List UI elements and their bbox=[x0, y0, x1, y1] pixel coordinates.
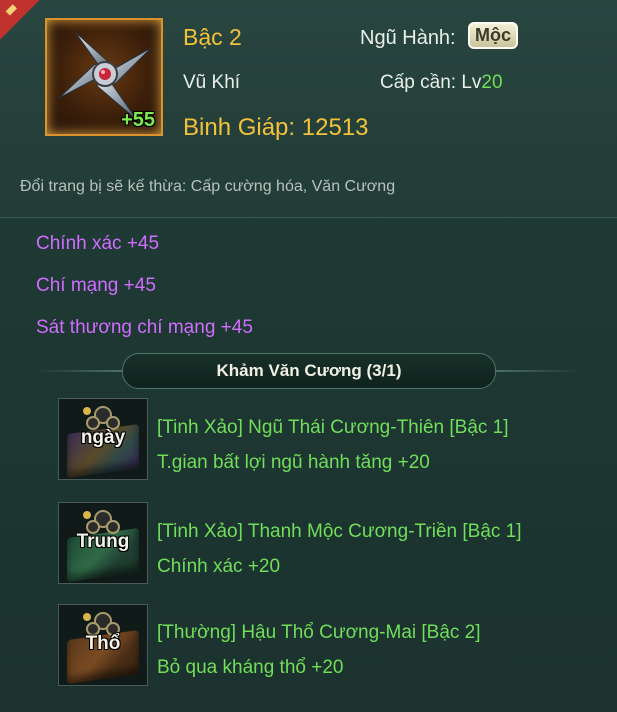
element-badge: Mộc bbox=[468, 22, 518, 49]
level-requirement: Cấp cần: Lv20 bbox=[380, 72, 503, 94]
stat-value: +45 bbox=[126, 233, 160, 254]
gem-name: [Tinh Xảo] Thanh Mộc Cương-Triền [Bậc 1] bbox=[157, 521, 522, 542]
gem-slot[interactable]: Trung bbox=[58, 502, 148, 584]
inherit-note: Đổi trang bị sẽ kế thừa: Cấp cường hóa, … bbox=[20, 178, 396, 195]
item-icon-frame[interactable]: +55 bbox=[45, 18, 163, 136]
stat-name: Chí mạng bbox=[36, 275, 119, 296]
power-label: Binh Giáp: bbox=[183, 114, 296, 141]
gem-label: ngày bbox=[80, 427, 126, 448]
stat-line: Chính xác +45 bbox=[36, 233, 159, 255]
gem-effect: Chính xác +20 bbox=[157, 556, 281, 577]
gem-name: [Tinh Xảo] Ngũ Thái Cương-Thiên [Bậc 1] bbox=[157, 417, 509, 438]
divider-plate: Khảm Văn Cương (3/1) bbox=[122, 353, 496, 389]
inlay-section-header: Khảm Văn Cương (3/1) bbox=[36, 353, 581, 389]
gem-effect: T.gian bất lợi ngũ hành tăng +20 bbox=[157, 452, 430, 473]
item-category: Vũ Khí bbox=[183, 72, 241, 93]
item-tier: Bậc 2 bbox=[183, 24, 242, 50]
item-power: Binh Giáp: 12513 bbox=[183, 114, 369, 142]
gem-slot[interactable]: ngày bbox=[58, 398, 148, 480]
stat-name: Sát thương chí mạng bbox=[36, 317, 216, 338]
req-prefix: Lv bbox=[461, 72, 482, 93]
power-value: 12513 bbox=[301, 114, 369, 141]
req-value: 20 bbox=[481, 72, 503, 93]
gem-name: [Thường] Hậu Thổ Cương-Mai [Bậc 2] bbox=[157, 622, 481, 643]
gem-slot[interactable]: Thổ bbox=[58, 604, 148, 686]
stat-line: Sát thương chí mạng +45 bbox=[36, 317, 253, 339]
element-label: Ngũ Hành: bbox=[360, 27, 456, 49]
stat-value: +45 bbox=[123, 275, 156, 296]
stat-line: Chí mạng +45 bbox=[36, 275, 156, 297]
gem-label: Trung bbox=[76, 531, 130, 552]
item-tooltip-panel: +55 Bậc 2 Vũ Khí Binh Giáp: 12513 Ngũ Hà… bbox=[0, 0, 617, 712]
gem-effect: Bỏ qua kháng thổ +20 bbox=[157, 657, 344, 678]
gem-label: Thổ bbox=[85, 633, 121, 654]
stat-value: +45 bbox=[220, 317, 253, 338]
req-label: Cấp cần: bbox=[380, 72, 457, 93]
inlay-title: Khảm Văn Cương (3/1) bbox=[216, 361, 402, 380]
stat-name: Chính xác bbox=[36, 233, 122, 254]
item-enhance-level: +55 bbox=[121, 109, 155, 131]
